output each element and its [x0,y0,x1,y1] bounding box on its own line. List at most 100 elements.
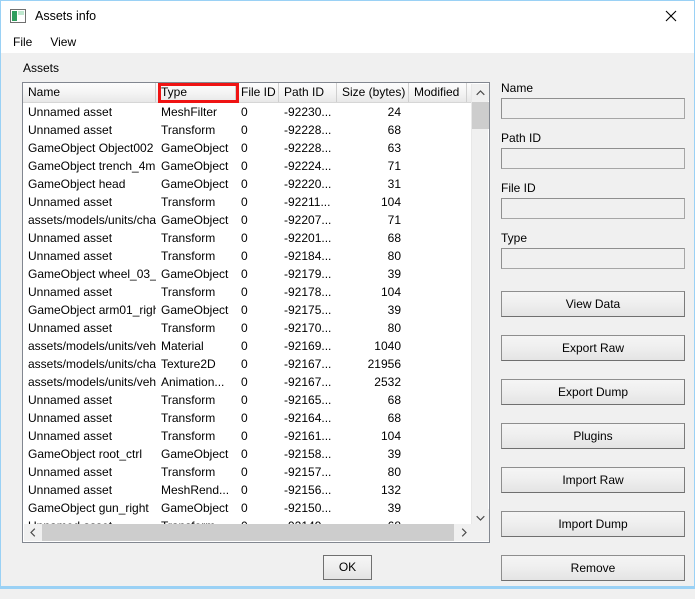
list-horizontal-scrollbar[interactable] [24,524,489,541]
cell-modified [409,445,467,463]
cell-file-id: 0 [241,429,248,443]
assets-list-view[interactable]: Name Type File ID Path ID Size (bytes) M… [22,82,490,543]
cell-size: 1040 [374,339,401,353]
cell-name: assets/models/units/cha... [28,357,156,371]
cell-type: Animation... [161,375,225,389]
cell-file-id: 0 [241,393,248,407]
ok-button[interactable]: OK [323,555,372,580]
table-row[interactable]: Unnamed asset Transform 0 -92157... 80 [23,463,473,481]
column-header-name[interactable]: Name [23,83,156,102]
cell-name: GameObject Object002 [28,141,154,155]
table-row[interactable]: assets/models/units/cha... GameObject 0 -92… [23,211,473,229]
table-row[interactable]: assets/models/units/veh... Material 0 -9216… [23,337,473,355]
cell-modified [409,193,467,211]
cell-size: 80 [387,465,401,479]
table-row[interactable]: assets/models/units/veh... Animation... 0 -… [23,373,473,391]
export-dump-button[interactable]: Export Dump [501,379,685,405]
table-row[interactable]: Unnamed asset MeshFilter 0 -92230... 24 [23,103,473,121]
scroll-left-icon[interactable] [24,524,41,541]
name-field[interactable] [501,98,685,119]
cell-path-id: -92228... [284,141,332,155]
cell-modified [409,301,467,319]
file-id-field[interactable] [501,198,685,219]
cell-size: 39 [387,501,401,515]
table-row[interactable]: GameObject wheel_03_r_E GameObject 0 -92179… [23,265,473,283]
cell-name: Unnamed asset [28,105,113,119]
menu-item-file[interactable]: File [4,32,41,52]
column-header-type[interactable]: Type [156,83,236,102]
cell-size: 39 [387,447,401,461]
cell-size: 80 [387,321,401,335]
cell-path-id: -92220... [284,177,332,191]
table-row[interactable]: Unnamed asset Transform 0 -92164... 68 [23,409,473,427]
type-field[interactable] [501,248,685,269]
path-id-field[interactable] [501,148,685,169]
cell-path-id: -92230... [284,105,332,119]
scroll-up-icon[interactable] [472,84,489,101]
cell-size: 68 [387,123,401,137]
cell-path-id: -92161... [284,429,332,443]
column-header-path-id[interactable]: Path ID [279,83,337,102]
plugins-button[interactable]: Plugins [501,423,685,449]
cell-name: Unnamed asset [28,465,113,479]
cell-type: GameObject [161,501,229,515]
label-name: Name [501,81,534,95]
table-row[interactable]: Unnamed asset Transform 0 -92170... 80 [23,319,473,337]
scrollbar-corner [473,524,489,541]
import-raw-button[interactable]: Import Raw [501,467,685,493]
table-row[interactable]: GameObject arm01_right GameObject 0 -92175.… [23,301,473,319]
close-icon[interactable] [648,1,694,30]
table-row[interactable]: Unnamed asset Transform 0 -92165... 68 [23,391,473,409]
column-header-file-id[interactable]: File ID [236,83,279,102]
table-row[interactable]: Unnamed asset Transform 0 -92228... 68 [23,121,473,139]
table-row[interactable]: assets/models/units/cha... Texture2D 0 -921… [23,355,473,373]
cell-size: 71 [387,213,401,227]
table-row[interactable]: GameObject head GameObject 0 -92220... 31 [23,175,473,193]
cell-type: Transform [161,429,216,443]
table-row[interactable]: Unnamed asset Transform 0 -92178... 104 [23,283,473,301]
cell-size: 68 [387,411,401,425]
table-row[interactable]: GameObject root_ctrl GameObject 0 -92158...… [23,445,473,463]
cell-path-id: -92224... [284,159,332,173]
table-row[interactable]: GameObject gun_right GameObject 0 -92150...… [23,499,473,517]
cell-type: Transform [161,249,216,263]
export-raw-button[interactable]: Export Raw [501,335,685,361]
cell-file-id: 0 [241,447,248,461]
column-header-size[interactable]: Size (bytes) [337,83,409,102]
cell-size: 132 [380,483,401,497]
cell-file-id: 0 [241,357,248,371]
vertical-scroll-thumb[interactable] [472,102,489,129]
cell-type: Material [161,339,204,353]
scroll-right-icon[interactable] [455,524,472,541]
cell-modified [409,481,467,499]
cell-path-id: -92158... [284,447,332,461]
cell-file-id: 0 [241,213,248,227]
table-row[interactable]: Unnamed asset MeshRend... 0 -92156... 132 [23,481,473,499]
remove-button[interactable]: Remove [501,555,685,581]
cell-modified [409,373,467,391]
cell-type: Transform [161,195,216,209]
cell-name: GameObject arm01_right [28,303,156,317]
import-dump-button[interactable]: Import Dump [501,511,685,537]
cell-modified [409,103,467,121]
column-header-modified[interactable]: Modified [409,83,467,102]
cell-file-id: 0 [241,285,248,299]
table-row[interactable]: Unnamed asset Transform 0 -92201... 68 [23,229,473,247]
assets-group-label: Assets [23,61,60,75]
view-data-button[interactable]: View Data [501,291,685,317]
horizontal-scroll-thumb[interactable] [42,524,454,541]
cell-path-id: -92164... [284,411,332,425]
cell-name: Unnamed asset [28,249,113,263]
cell-path-id: -92207... [284,213,332,227]
list-vertical-scrollbar[interactable] [471,84,489,526]
table-row[interactable]: GameObject trench_4m... GameObject 0 -92224… [23,157,473,175]
cell-modified [409,355,467,373]
table-row[interactable]: Unnamed asset Transform 0 -92184... 80 [23,247,473,265]
window-bottom-accent [1,586,694,588]
cell-modified [409,409,467,427]
cell-modified [409,319,467,337]
table-row[interactable]: Unnamed asset Transform 0 -92161... 104 [23,427,473,445]
table-row[interactable]: GameObject Object002 GameObject 0 -92228...… [23,139,473,157]
menu-item-view[interactable]: View [41,32,85,52]
table-row[interactable]: Unnamed asset Transform 0 -92211... 104 [23,193,473,211]
